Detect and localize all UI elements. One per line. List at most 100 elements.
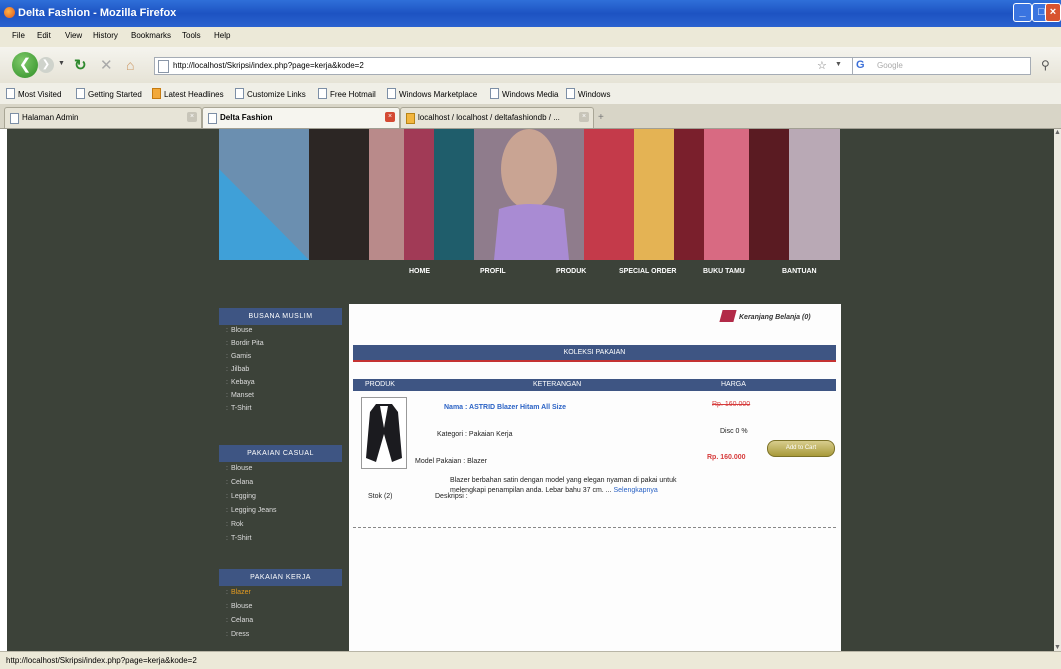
bookmark-getting-started[interactable]: Getting Started <box>76 88 142 99</box>
cart-link[interactable]: Keranjang Belanja (0) <box>739 314 811 321</box>
stop-icon[interactable]: ✕ <box>100 56 113 74</box>
page-icon <box>158 60 169 73</box>
product-model: Model Pakaian : Blazer <box>415 458 487 465</box>
status-bar: http://localhost/Skripsi/index.php?page=… <box>0 651 1061 669</box>
history-dropdown-icon[interactable]: ▼ <box>58 60 65 67</box>
product-name[interactable]: Nama : ASTRID Blazer Hitam All Size <box>444 404 566 411</box>
back-button[interactable]: ❮ <box>12 52 38 78</box>
home-icon[interactable]: ⌂ <box>126 57 134 73</box>
nav-buku-tamu[interactable]: BUKU TAMU <box>703 268 745 275</box>
category-link[interactable]: : Legging Jeans <box>226 507 277 514</box>
bookmark-windows[interactable]: Windows <box>566 88 610 99</box>
category-link[interactable]: : Celana <box>226 617 253 624</box>
category-link[interactable]: : Gamis <box>226 353 251 360</box>
price-original: Rp. 160.000 <box>712 401 751 408</box>
column-header: HARGA <box>721 381 746 388</box>
product-content: Keranjang Belanja (0) KOLEKSI PAKAIAN PR… <box>349 304 841 651</box>
table-header: PRODUK KETERANGAN HARGA <box>353 379 836 391</box>
product-image[interactable] <box>361 397 407 469</box>
tab-delta-fashion[interactable]: Delta Fashion × <box>202 107 400 128</box>
close-tab-icon[interactable]: × <box>187 112 197 122</box>
category-link[interactable]: : Blouse <box>226 327 252 334</box>
add-to-cart-button[interactable]: Add to Cart <box>767 440 835 457</box>
bookmark-customize-links[interactable]: Customize Links <box>235 88 306 99</box>
category-link[interactable]: : Legging <box>226 493 256 500</box>
bookmark-free-hotmail[interactable]: Free Hotmail <box>318 88 376 99</box>
close-tab-icon[interactable]: × <box>579 112 589 122</box>
category-heading: PAKAIAN KERJA <box>219 569 342 586</box>
bookmark-icon <box>318 88 327 99</box>
collection-heading: KOLEKSI PAKAIAN <box>353 345 836 362</box>
bookmark-icon <box>6 88 15 99</box>
category-link[interactable]: : Rok <box>226 521 243 528</box>
category-link[interactable]: : Dress <box>226 631 249 638</box>
close-button[interactable]: × <box>1045 3 1061 22</box>
bookmark-windows-marketplace[interactable]: Windows Marketplace <box>387 88 477 99</box>
status-text: http://localhost/Skripsi/index.php?page=… <box>6 656 197 665</box>
category-link[interactable]: : Manset <box>226 392 254 399</box>
menu-edit[interactable]: Edit <box>37 31 51 40</box>
category-link[interactable]: : Kebaya <box>226 379 255 386</box>
menu-bookmarks[interactable]: Bookmarks <box>131 31 171 40</box>
menu-view[interactable]: View <box>65 31 82 40</box>
scroll-up-icon[interactable]: ▲ <box>1054 129 1061 136</box>
bookmark-star-icon[interactable]: ☆ <box>817 59 827 72</box>
category-link[interactable]: : Blouse <box>226 603 252 610</box>
site-banner <box>219 129 840 260</box>
google-icon[interactable]: G <box>856 59 865 71</box>
category-heading: BUSANA MUSLIM <box>219 308 342 325</box>
category-link-active[interactable]: : Blazer <box>226 589 251 596</box>
bookmark-windows-media[interactable]: Windows Media <box>490 88 558 99</box>
vertical-scrollbar[interactable]: ▲ ▼ <box>1054 129 1061 651</box>
category-link[interactable]: : T-Shirt <box>226 535 252 542</box>
column-header: KETERANGAN <box>533 381 582 388</box>
menu-history[interactable]: History <box>93 31 118 40</box>
nav-bantuan[interactable]: BANTUAN <box>782 268 817 275</box>
menu-help[interactable]: Help <box>214 31 230 40</box>
category-link[interactable]: : Blouse <box>226 465 252 472</box>
address-bar[interactable]: http://localhost/Skripsi/index.php?page=… <box>154 57 853 75</box>
column-header: PRODUK <box>365 381 395 388</box>
page-icon <box>10 113 19 124</box>
bookmark-icon <box>387 88 396 99</box>
firefox-icon <box>4 7 15 18</box>
category-link[interactable]: : Celana <box>226 479 253 486</box>
search-box[interactable]: G Google <box>852 57 1031 75</box>
nav-produk[interactable]: PRODUK <box>556 268 586 275</box>
scroll-down-icon[interactable]: ▼ <box>1054 644 1061 651</box>
bookmark-latest-headlines[interactable]: Latest Headlines <box>152 88 224 99</box>
window-title: Delta Fashion - Mozilla Firefox <box>18 7 177 19</box>
phpmyadmin-icon <box>406 113 415 124</box>
search-icon[interactable]: ⚲ <box>1041 58 1050 72</box>
nav-home[interactable]: HOME <box>409 268 430 275</box>
menu-file[interactable]: File <box>12 31 25 40</box>
reload-icon[interactable]: ↻ <box>74 56 87 74</box>
rss-icon <box>152 88 161 99</box>
menu-tools[interactable]: Tools <box>182 31 201 40</box>
site-main-nav: HOME PROFIL PRODUK SPECIAL ORDER BUKU TA… <box>219 260 840 282</box>
forward-button[interactable]: ❯ <box>38 57 54 73</box>
category-link[interactable]: : T-Shirt <box>226 405 252 412</box>
page-icon <box>208 113 217 124</box>
category-link[interactable]: : Jilbab <box>226 366 249 373</box>
address-url[interactable]: http://localhost/Skripsi/index.php?page=… <box>173 61 364 70</box>
discount-label: Disc 0 % <box>720 428 748 435</box>
navigation-toolbar: ❮ ❯ ▼ ↻ ✕ ⌂ http://localhost/Skripsi/ind… <box>0 47 1061 83</box>
tab-phpmyadmin[interactable]: localhost / localhost / deltafashiondb /… <box>400 107 594 128</box>
minimize-button[interactable]: _ <box>1013 3 1032 22</box>
bookmark-icon <box>76 88 85 99</box>
price-final: Rp. 160.000 <box>707 454 746 461</box>
close-tab-icon[interactable]: × <box>385 112 395 122</box>
bookmark-most-visited[interactable]: Most Visited <box>6 88 61 99</box>
menu-bar: File Edit View History Bookmarks Tools H… <box>0 27 1061 47</box>
nav-special-order[interactable]: SPECIAL ORDER <box>619 268 676 275</box>
new-tab-icon[interactable]: + <box>598 112 604 123</box>
tab-halaman-admin[interactable]: Halaman Admin × <box>4 107 202 128</box>
nav-profil[interactable]: PROFIL <box>480 268 506 275</box>
read-more-link[interactable]: Selengkapnya <box>613 487 657 494</box>
bookmark-icon <box>566 88 575 99</box>
category-link[interactable]: : Bordir Pita <box>226 340 264 347</box>
url-dropdown-icon[interactable]: ▼ <box>835 61 842 68</box>
divider <box>353 527 836 528</box>
shopping-cart-icon[interactable] <box>719 310 737 322</box>
